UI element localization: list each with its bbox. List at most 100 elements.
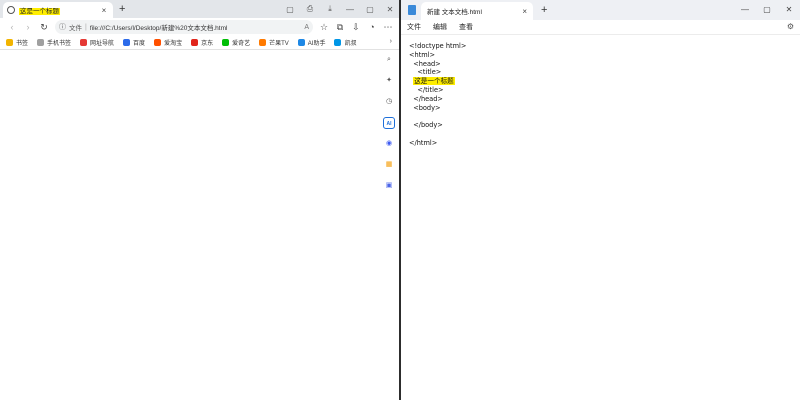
browser-sidebar: ⌕ ✦ ◷ AI ◉ ▦ ▣ [380, 50, 398, 400]
nav-icon [80, 39, 88, 46]
close-tab-icon[interactable]: × [99, 6, 109, 15]
code-line: <body> [409, 103, 441, 112]
bookmark-label: 百度 [133, 41, 146, 47]
more-menu-icon[interactable]: ⋯ [380, 22, 396, 33]
bag-icon[interactable]: ▦ [383, 159, 395, 171]
page-content[interactable] [0, 50, 380, 400]
close-tab-icon[interactable]: × [522, 7, 527, 16]
print-icon[interactable]: ⎙ [300, 4, 320, 14]
bookmark-label: 爱淘宝 [164, 41, 183, 47]
bookmark-label: 书签 [16, 41, 29, 47]
globe-icon [7, 6, 15, 14]
highlighted-title-text: 这是一个标题 [413, 77, 455, 86]
tab-title-text: 这是一个标题 [19, 8, 60, 15]
star-icon [6, 39, 13, 46]
url-text[interactable]: file:///C:/Users/l/Desktop/新建%20文本文档.htm… [90, 22, 301, 32]
clock-icon[interactable]: ◷ [383, 96, 395, 108]
gear-icon[interactable]: ⚙ [787, 22, 794, 31]
bookmark-item[interactable]: 爱淘宝 [154, 38, 182, 47]
download-icon[interactable]: ⤓ [320, 4, 340, 14]
ai-icon[interactable]: AI [383, 117, 395, 129]
phone-icon [37, 39, 45, 46]
browser-window: 这是一个标题 × + ▢ ⎙ ⤓ — ▢ ✕ ‹ › ↻ ⓘ 文件 | file… [0, 0, 400, 400]
refresh-icon[interactable]: ↻ [36, 22, 52, 33]
notepad-tab-bar: 新建 文本文档.html × + — ▢ ✕ [401, 0, 800, 20]
browser-window-controls: ▢ ⎙ ⤓ — ▢ ✕ [280, 0, 400, 18]
jd-icon [191, 39, 199, 46]
maximize-button[interactable]: ▢ [360, 5, 380, 14]
code-line: <title> [409, 68, 442, 77]
baidu-icon [123, 39, 131, 46]
bookmark-label: 网址导航 [90, 41, 115, 47]
address-bar[interactable]: ⓘ 文件 | file:///C:/Users/l/Desktop/新建%20文… [55, 20, 313, 34]
bookmark-label: 爱奇艺 [232, 41, 251, 47]
iqiyi-icon [222, 39, 230, 46]
bookmark-label: AI助手 [307, 41, 326, 47]
bookmark-label: 京东 [201, 41, 214, 47]
browser-tab-active[interactable]: 这是一个标题 × [3, 2, 113, 18]
kaishu-icon [334, 39, 342, 46]
bookmark-item[interactable]: 芒果TV [259, 38, 289, 47]
bookmark-item[interactable]: 书签 [6, 38, 28, 47]
notepad-app-icon [408, 5, 416, 15]
bookmark-item[interactable]: 爱奇艺 [222, 38, 250, 47]
code-line: </title> [409, 85, 444, 94]
notepad-window-controls: — ▢ ✕ [734, 0, 800, 18]
bookmark-item[interactable]: 百度 [123, 38, 145, 47]
bookmark-item[interactable]: AI助手 [297, 38, 326, 47]
bookmark-item[interactable]: 凯叔 [334, 38, 356, 47]
workspaces-icon[interactable]: ▢ [280, 5, 300, 14]
text-editor[interactable]: <!doctype html> <html> <head> <title> 这是… [409, 42, 789, 148]
close-window-button[interactable]: ✕ [778, 5, 800, 14]
mango-icon [259, 39, 267, 46]
code-line: <!doctype html> [409, 42, 467, 50]
code-line: <html> [409, 50, 436, 59]
notepad-tab-title: 新建 文本文档.html [427, 9, 482, 16]
minimize-button[interactable]: — [734, 5, 756, 14]
bookmark-item[interactable]: 手机书签 [37, 38, 71, 47]
maximize-button[interactable]: ▢ [756, 5, 778, 14]
ai-icon [297, 39, 305, 46]
read-aloud-icon[interactable]: A [304, 24, 309, 31]
menu-file[interactable]: 文件 [407, 22, 421, 32]
address-separator: | [85, 23, 87, 31]
collections-icon[interactable]: ⧉ [332, 22, 348, 33]
taobao-icon [154, 39, 162, 46]
forward-icon[interactable]: › [20, 22, 36, 32]
bookmarks-more-icon[interactable]: › [390, 38, 392, 45]
notepad-tab-active[interactable]: 新建 文本文档.html × [421, 2, 533, 20]
bookmark-label: 芒果TV [269, 41, 289, 47]
bookmarks-bar: 书签 手机书签 网址导航 百度 爱淘宝 京东 爱奇艺 芒果TV AI助手 凯叔 … [0, 36, 400, 50]
info-icon[interactable]: ⓘ [59, 22, 66, 32]
browser-tab-bar: 这是一个标题 × + ▢ ⎙ ⤓ — ▢ ✕ [0, 0, 400, 18]
file-scheme-label: 文件 [69, 25, 82, 32]
browser-toolbar: ‹ › ↻ ⓘ 文件 | file:///C:/Users/l/Desktop/… [0, 18, 400, 36]
app-icon[interactable]: ▣ [383, 180, 395, 192]
game-icon[interactable]: ◉ [383, 138, 395, 150]
code-line: </html> [409, 138, 438, 147]
menu-view[interactable]: 查看 [459, 22, 473, 32]
bookmark-item[interactable]: 京东 [191, 38, 213, 47]
bookmark-item[interactable]: 网址导航 [80, 38, 114, 47]
sparkle-icon[interactable]: ✦ [383, 75, 395, 87]
downloads-icon[interactable]: ⇩ [348, 22, 364, 33]
new-tab-button[interactable]: + [541, 3, 547, 17]
code-line: </head> [409, 94, 443, 103]
search-icon[interactable]: ⌕ [383, 54, 395, 66]
code-line: </body> [409, 121, 443, 130]
notepad-window: 新建 文本文档.html × + — ▢ ✕ 文件 编辑 查看 ⚙ <!doct… [401, 0, 800, 400]
menu-edit[interactable]: 编辑 [433, 22, 447, 32]
bookmark-label: 手机书签 [47, 41, 72, 47]
code-line: <head> [409, 59, 441, 68]
favorite-icon[interactable]: ☆ [316, 22, 332, 33]
notepad-menu-bar: 文件 编辑 查看 ⚙ [401, 20, 800, 35]
tab-title: 这是一个标题 [19, 5, 99, 15]
profile-icon[interactable]: ◔ [364, 22, 380, 32]
close-window-button[interactable]: ✕ [380, 5, 400, 14]
minimize-button[interactable]: — [340, 5, 360, 14]
bookmark-label: 凯叔 [344, 41, 357, 47]
new-tab-button[interactable]: + [119, 2, 125, 16]
back-icon[interactable]: ‹ [4, 22, 20, 32]
